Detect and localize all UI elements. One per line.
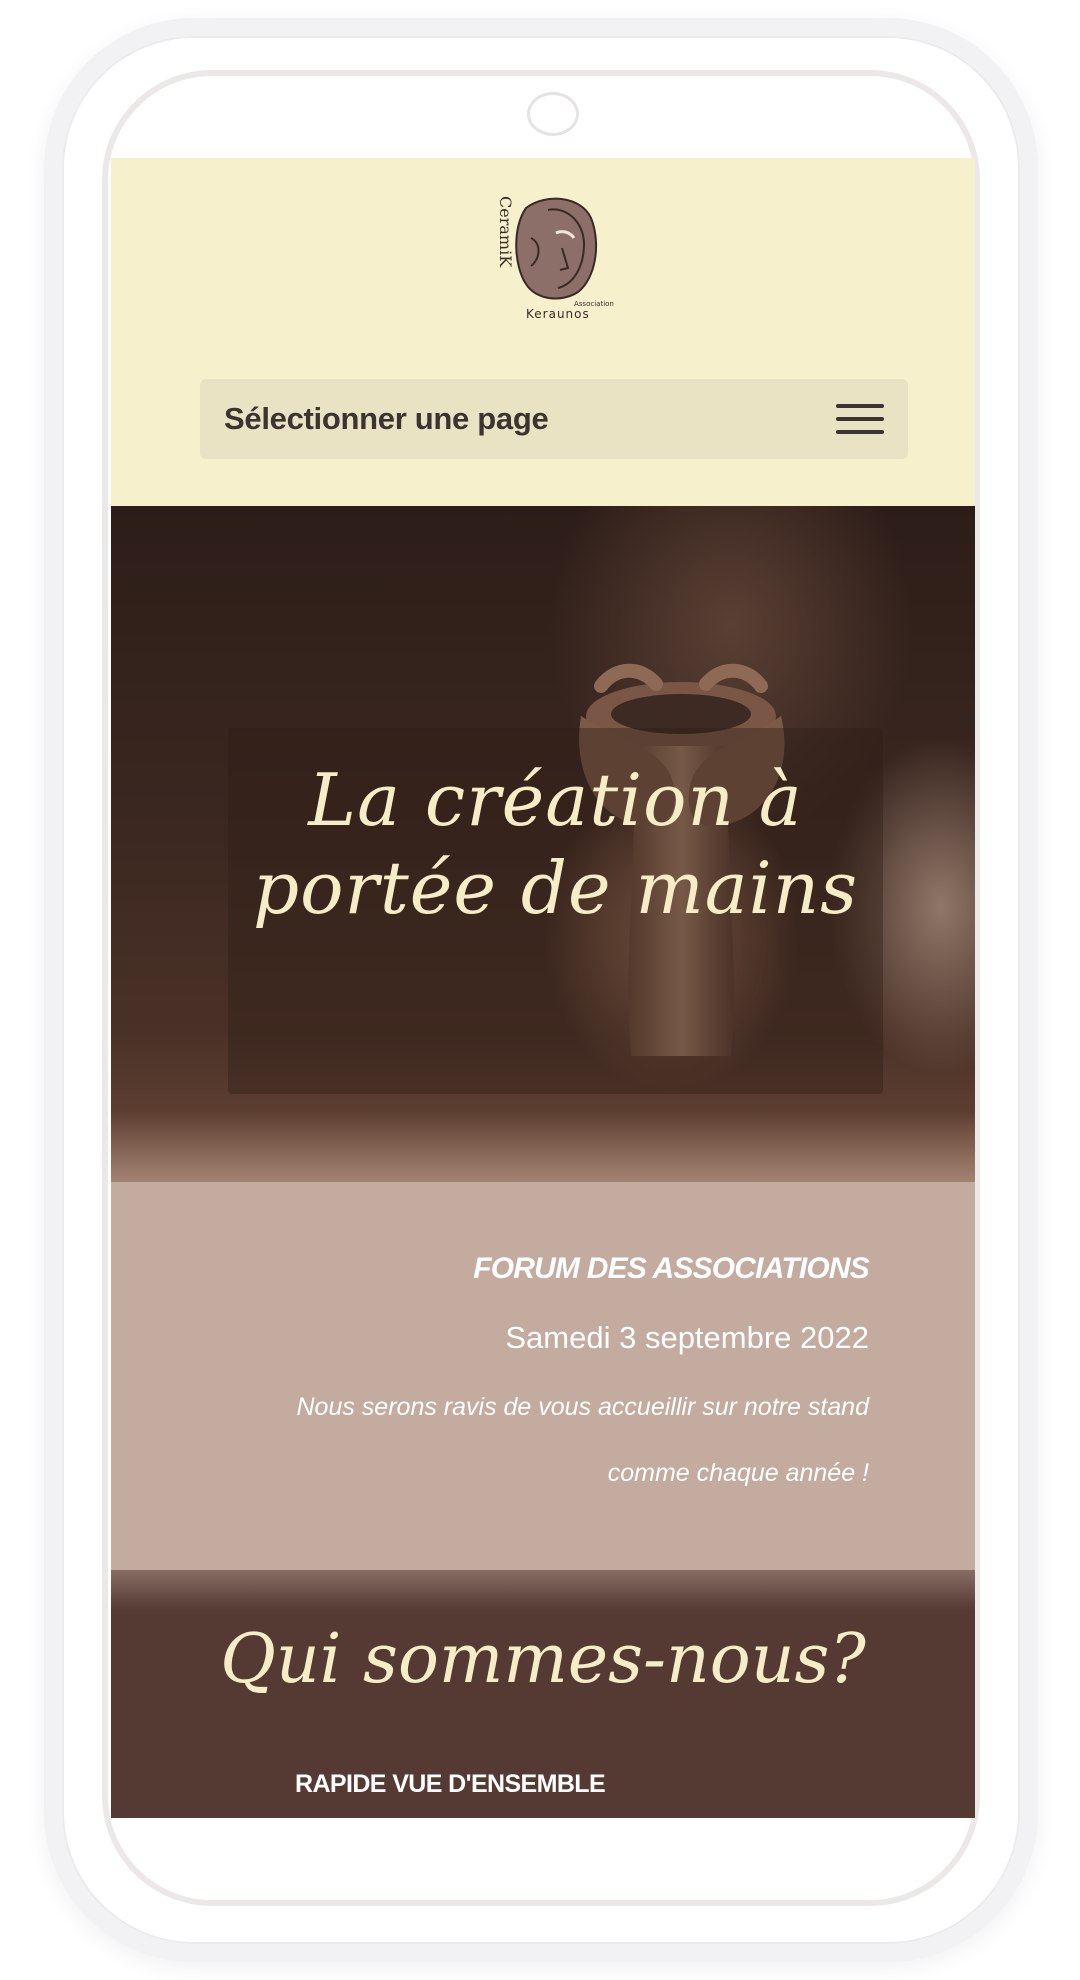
site-logo[interactable]: CeramiK Association Keraunos bbox=[486, 188, 626, 326]
phone-screen: CeramiK Association Keraunos Sélectionne… bbox=[111, 158, 975, 1818]
forum-description: Nous serons ravis de vous accueillir sur… bbox=[296, 1393, 870, 1487]
forum-title: FORUM DES ASSOCIATIONS bbox=[473, 1252, 870, 1285]
site-header: CeramiK Association Keraunos Sélectionne… bbox=[111, 158, 975, 506]
hamburger-menu-icon[interactable] bbox=[836, 402, 886, 436]
hero-title-line-1: La création à bbox=[308, 758, 803, 842]
phone-speaker bbox=[527, 92, 579, 136]
page-select-menu[interactable]: Sélectionner une page bbox=[200, 379, 908, 459]
forum-date: Samedi 3 septembre 2022 bbox=[505, 1320, 869, 1355]
forum-section: FORUM DES ASSOCIATIONS Samedi 3 septembr… bbox=[111, 1182, 975, 1570]
menu-label: Sélectionner une page bbox=[224, 401, 549, 436]
hero-title-line-2: portée de mains bbox=[252, 846, 859, 930]
about-title: Qui sommes-nous? bbox=[220, 1620, 866, 1699]
logo-sub-text: Keraunos bbox=[526, 307, 590, 321]
logo-text: CeramiK bbox=[496, 196, 515, 268]
about-subtitle: RAPIDE VUE D'ENSEMBLE bbox=[295, 1770, 606, 1798]
about-section: Qui sommes-nous? RAPIDE VUE D'ENSEMBLE bbox=[111, 1570, 975, 1818]
hero-bottom-fade bbox=[111, 1112, 975, 1182]
hero-title: La création à portée de mains bbox=[228, 756, 883, 932]
hero-banner: La création à portée de mains bbox=[111, 506, 975, 1182]
about-top-blur bbox=[111, 1570, 975, 1610]
